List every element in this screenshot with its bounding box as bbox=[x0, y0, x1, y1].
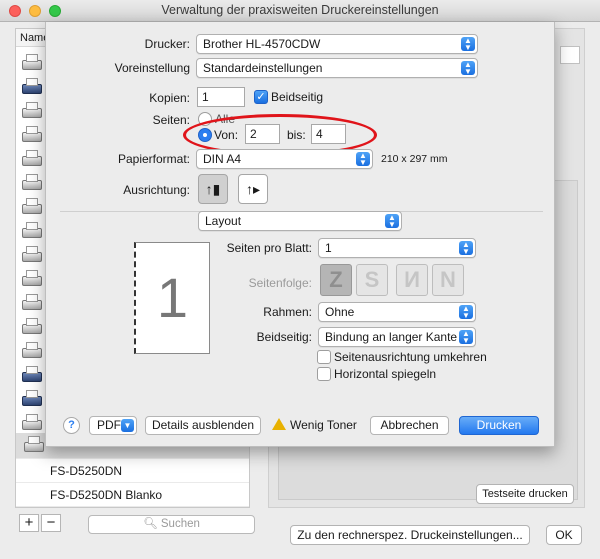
warning-icon bbox=[272, 418, 286, 430]
printer-icon bbox=[20, 389, 44, 409]
page-order-z-button[interactable]: Z bbox=[320, 264, 352, 296]
printer-icon bbox=[22, 435, 46, 455]
portrait-icon: ↑▮ bbox=[205, 181, 221, 197]
chevron-updown-icon: ▲ ▼ bbox=[356, 152, 370, 167]
duplex-label: Beidseitig bbox=[271, 90, 324, 104]
page-order-n-reverse-button[interactable]: N bbox=[396, 264, 428, 296]
orientation-label: Ausrichtung: bbox=[123, 183, 190, 197]
cancel-button[interactable]: Abbrechen bbox=[370, 416, 449, 435]
paper-size-text: 210 x 297 mm bbox=[381, 153, 448, 165]
minimize-window-button[interactable] bbox=[29, 5, 41, 17]
zoom-window-button[interactable] bbox=[49, 5, 61, 17]
paper-label: Papierformat: bbox=[117, 152, 190, 166]
preset-label: Voreinstellung bbox=[114, 61, 190, 75]
printer-icon bbox=[20, 317, 44, 337]
printer-icon bbox=[20, 245, 44, 265]
print-button[interactable]: Drucken bbox=[459, 416, 539, 435]
page-preview: 1 bbox=[134, 242, 210, 354]
printer-value: Brother HL-4570CDW bbox=[203, 37, 321, 51]
pages-per-sheet-label: Seiten pro Blatt: bbox=[226, 241, 312, 255]
paper-value: DIN A4 bbox=[203, 152, 242, 166]
portrait-orientation-button[interactable]: ↑▮ bbox=[198, 174, 228, 204]
panel-field[interactable] bbox=[560, 46, 580, 64]
remove-printer-button[interactable]: − bbox=[41, 514, 61, 532]
page-order-n-button[interactable]: N bbox=[432, 264, 464, 296]
paper-popup[interactable]: DIN A4 ▲ ▼ bbox=[196, 149, 373, 169]
hide-details-button[interactable]: Details ausblenden bbox=[145, 416, 261, 435]
add-printer-button[interactable]: + bbox=[19, 514, 39, 532]
printer-icon bbox=[20, 77, 44, 97]
page-order-label: Seitenfolge: bbox=[248, 276, 312, 290]
pdf-menu-button[interactable]: PDF ▼ bbox=[89, 416, 137, 435]
printer-icon bbox=[20, 221, 44, 241]
printer-icon bbox=[20, 125, 44, 145]
chevron-updown-icon: ▲ ▼ bbox=[461, 61, 475, 76]
duplex-binding-label: Beidseitig: bbox=[256, 330, 312, 344]
list-item-label: FS-D5250DN bbox=[50, 464, 123, 478]
chevron-updown-icon: ▲ ▼ bbox=[461, 37, 475, 52]
chevron-down-icon: ▼ bbox=[121, 419, 134, 432]
page-order-s-button[interactable]: S bbox=[356, 264, 388, 296]
flip-horizontal-checkbox[interactable] bbox=[317, 367, 331, 381]
pdf-label: PDF bbox=[97, 418, 121, 432]
pages-per-sheet-popup[interactable]: 1 ▲ ▼ bbox=[318, 238, 476, 258]
search-icon: 🔍︎ bbox=[143, 518, 158, 530]
landscape-orientation-button[interactable]: ↑▸ bbox=[238, 174, 268, 204]
section-value: Layout bbox=[205, 214, 242, 228]
copies-label: Kopien: bbox=[149, 91, 190, 105]
help-button[interactable]: ? bbox=[63, 417, 80, 434]
printer-icon bbox=[20, 293, 44, 313]
reverse-orientation-label: Seitenausrichtung umkehren bbox=[334, 350, 487, 364]
close-window-button[interactable] bbox=[9, 5, 21, 17]
printer-icon bbox=[20, 101, 44, 121]
search-field[interactable]: 🔍︎ Suchen bbox=[88, 515, 255, 534]
chevron-updown-icon: ▲ ▼ bbox=[459, 330, 473, 345]
list-item-label: FS-D5250DN Blanko bbox=[50, 488, 163, 502]
printer-popup[interactable]: Brother HL-4570CDW ▲ ▼ bbox=[196, 34, 478, 54]
list-item[interactable]: FS-D5250DN bbox=[16, 459, 249, 483]
printer-label: Drucker: bbox=[144, 37, 190, 51]
landscape-icon: ↑▸ bbox=[245, 181, 261, 197]
section-popup[interactable]: Layout ▲ ▼ bbox=[198, 211, 402, 231]
preset-popup[interactable]: Standardeinstellungen ▲ ▼ bbox=[196, 58, 478, 78]
printer-icon bbox=[20, 341, 44, 361]
duplex-binding-value: Bindung an langer Kante bbox=[325, 330, 458, 344]
printer-icon bbox=[20, 53, 44, 73]
reverse-orientation-checkbox[interactable] bbox=[317, 350, 331, 364]
preset-value: Standardeinstellungen bbox=[203, 61, 323, 75]
print-dialog bbox=[45, 22, 555, 447]
printer-icon bbox=[20, 149, 44, 169]
window-title: Verwaltung der praxisweiten Druckereinst… bbox=[161, 3, 439, 17]
ok-button[interactable]: OK bbox=[546, 525, 582, 545]
flip-horizontal-label: Horizontal spiegeln bbox=[334, 367, 437, 381]
chevron-updown-icon: ▲ ▼ bbox=[385, 214, 399, 229]
pages-label: Seiten: bbox=[152, 113, 190, 127]
printer-icon bbox=[20, 365, 44, 385]
toner-status-text: Wenig Toner bbox=[290, 418, 357, 432]
window-titlebar: Verwaltung der praxisweiten Druckereinst… bbox=[0, 0, 600, 22]
copies-field[interactable]: 1 bbox=[197, 87, 245, 107]
duplex-binding-popup[interactable]: Bindung an langer Kante ▲ ▼ bbox=[318, 327, 476, 347]
chevron-updown-icon: ▲ ▼ bbox=[459, 241, 473, 256]
test-page-button[interactable]: Testseite drucken bbox=[476, 484, 574, 504]
border-value: Ohne bbox=[325, 305, 355, 319]
border-label: Rahmen: bbox=[263, 305, 312, 319]
pages-per-sheet-value: 1 bbox=[325, 241, 332, 255]
printer-icon bbox=[20, 269, 44, 289]
computer-settings-button[interactable]: Zu den rechnerspez. Druckeinstellungen..… bbox=[290, 525, 530, 545]
border-popup[interactable]: Ohne ▲ ▼ bbox=[318, 302, 476, 322]
list-item[interactable]: FS-D5250DN Blanko bbox=[16, 483, 249, 507]
search-placeholder: Suchen bbox=[160, 518, 200, 530]
duplex-checkbox[interactable]: ✓ bbox=[254, 90, 268, 104]
printer-icon bbox=[20, 413, 44, 433]
printer-icon bbox=[20, 173, 44, 193]
chevron-updown-icon: ▲ ▼ bbox=[459, 305, 473, 320]
printer-icon bbox=[20, 197, 44, 217]
